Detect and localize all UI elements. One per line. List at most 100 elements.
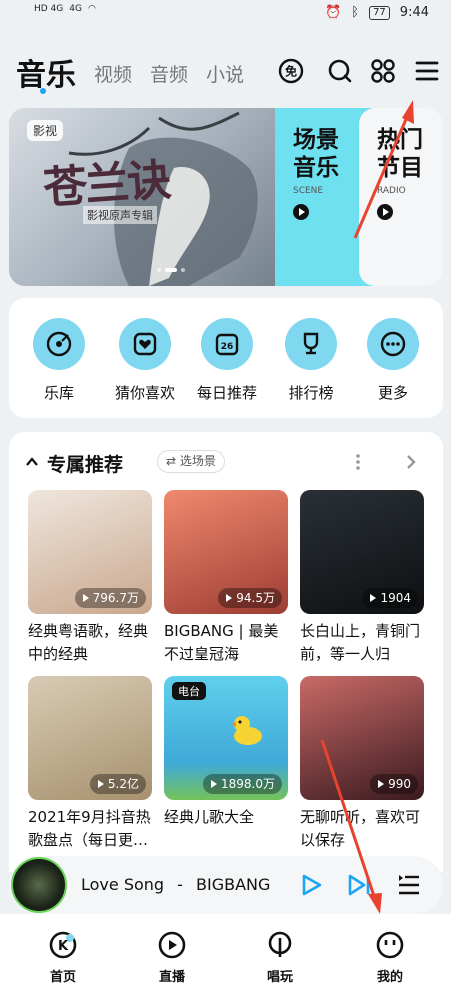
calendar-day: 26 [221,342,234,352]
calendar-icon: 26 [215,333,239,356]
more-vertical-icon[interactable] [355,453,361,471]
recommendations-header: 专属推荐 ⇄ 选场景 [25,450,425,476]
album-art[interactable] [11,857,67,913]
shortcut-more[interactable]: 更多 [351,318,435,403]
playlist-caption: BIGBANG | 最美不过皇冠海 [164,622,279,663]
pager-dot [157,268,161,272]
home-k-icon: K [49,931,77,959]
mic-icon [268,931,292,957]
nav-home[interactable]: K 首页 [28,930,98,985]
banner-tag: 影视 [27,120,64,141]
song-separator: - [177,875,183,894]
playlist-tile[interactable]: 990 无聊听听，喜欢可以保存 [300,676,424,852]
menu-icon[interactable] [414,58,440,84]
banner-artwork[interactable]: 影视 苍兰诀 影视原声专辑 [9,108,277,286]
pager-dot [181,268,185,272]
playlist-cover: 796.7万 [28,490,152,614]
live-play-icon [158,931,186,959]
hot-programs-card[interactable]: 热门节目 RADIO [359,108,443,286]
choose-scene-button[interactable]: ⇄ 选场景 [157,450,225,473]
playlist-tile[interactable]: 796.7万 经典粤语歌，经典中的经典 [28,490,152,666]
play-count: 796.7万 [74,588,146,608]
shortcut-daily-picks[interactable]: 26 每日推荐 [185,318,269,403]
playlist-tile[interactable]: 电台 1898.0万 经典儿歌大全 [164,676,288,852]
playlist-tile[interactable]: 5.2亿 2021年9月抖音热歌盘点（每日更… [28,676,152,852]
playlist-caption: 长白山上，青铜门前，等一人归 [300,622,421,663]
svg-text:免: 免 [285,64,297,79]
hot-card-subtitle: RADIO [377,186,406,196]
play-count: 1904 [362,588,418,608]
playlist-tile[interactable]: 1904 长白山上，青铜门前，等一人归 [300,490,424,666]
mini-player[interactable]: Love Song - BIGBANG [9,856,443,914]
status-bar: HD 4G 4G ◠ ⏰ ᛒ 77 9:44 [0,0,451,28]
playlist-cover: 94.5万 [164,490,288,614]
nav-label: 首页 [49,970,76,985]
svg-text:K: K [58,939,69,954]
play-count: 94.5万 [218,588,282,608]
free-mode-icon[interactable]: 免 [278,58,304,84]
scene-card-title: 场景音乐 [293,127,339,181]
choose-scene-label: 选场景 [179,454,216,468]
playlist-caption: 2021年9月抖音热歌盘点（每日更… [28,808,151,849]
shortcut-label: 猜你喜欢 [114,384,175,402]
tab-video[interactable]: 视频 [94,60,132,87]
more-dots-icon [380,331,406,357]
song-title: Love Song [81,875,165,894]
playlist-cover: 电台 1898.0万 [164,676,288,800]
exclusive-recommendations: 专属推荐 ⇄ 选场景 796.7万 经典粤语歌，经典中的经典 94.5万 BIG… [9,432,443,872]
carousel-pager [157,268,185,272]
chevron-right-icon[interactable] [405,453,417,471]
shortcut-guess-you-like[interactable]: 猜你喜欢 [103,318,187,403]
bottom-nav: K 首页 直播 唱玩 我的 [0,914,451,990]
shortcut-label: 更多 [377,384,408,402]
signal-sim1: HD 4G [34,4,64,14]
nav-profile[interactable]: 我的 [355,930,425,985]
nav-label: 直播 [158,970,185,985]
pager-dot-active [165,268,177,272]
tab-novel[interactable]: 小说 [206,60,244,87]
bluetooth-icon: ᛒ [351,5,360,20]
play-count: 5.2亿 [89,774,146,794]
nav-live[interactable]: 直播 [137,930,207,985]
music-disc-icon [46,331,72,357]
active-tab-indicator [40,88,46,94]
tab-music[interactable]: 音乐 [16,50,76,94]
banner-carousel[interactable]: 影视 苍兰诀 影视原声专辑 场景音乐 SCENE 热门节目 RADIO [9,108,443,286]
signal-sim2: 4G [69,4,82,14]
apps-grid-icon[interactable] [370,58,396,84]
next-track-icon[interactable] [347,873,371,897]
duck-illustration [232,716,262,745]
top-nav: 音乐 视频 音频 小说 免 [16,48,446,94]
radio-badge: 电台 [172,682,206,700]
nav-label: 唱玩 [266,970,293,985]
playlist-cover: 990 [300,676,424,800]
nav-label: 我的 [376,970,403,985]
play-icon[interactable] [377,204,393,220]
nav-sing[interactable]: 唱玩 [245,930,315,985]
play-icon[interactable] [293,204,309,220]
playlist-caption: 经典儿歌大全 [164,808,255,826]
tab-audio[interactable]: 音频 [150,60,188,87]
playlist-tile[interactable]: 94.5万 BIGBANG | 最美不过皇冠海 [164,490,288,666]
shortcut-library[interactable]: 乐库 [17,318,101,403]
shortcut-panel: 乐库 猜你喜欢 26 每日推荐 排行榜 更多 [9,298,443,418]
song-artist: BIGBANG [196,875,271,894]
battery-indicator: 77 [369,5,390,20]
play-icon[interactable] [299,873,323,897]
profile-face-icon [376,931,404,959]
chevron-up-icon[interactable] [25,455,39,469]
alarm-icon: ⏰ [325,5,342,20]
playlist-caption: 无聊听听，喜欢可以保存 [300,808,421,849]
clock: 9:44 [399,5,429,20]
playlist-cover: 5.2亿 [28,676,152,800]
shortcut-charts[interactable]: 排行榜 [269,318,353,403]
wifi-icon: ◠ [87,4,96,14]
playlist-queue-icon[interactable] [397,873,421,897]
trophy-icon [303,332,319,355]
playlist-caption: 经典粤语歌，经典中的经典 [28,622,149,663]
heart-box-icon [133,332,157,356]
shortcut-label: 乐库 [43,384,74,402]
shortcut-label: 排行榜 [288,384,334,402]
play-count: 1898.0万 [203,774,282,794]
search-icon[interactable] [327,58,353,84]
